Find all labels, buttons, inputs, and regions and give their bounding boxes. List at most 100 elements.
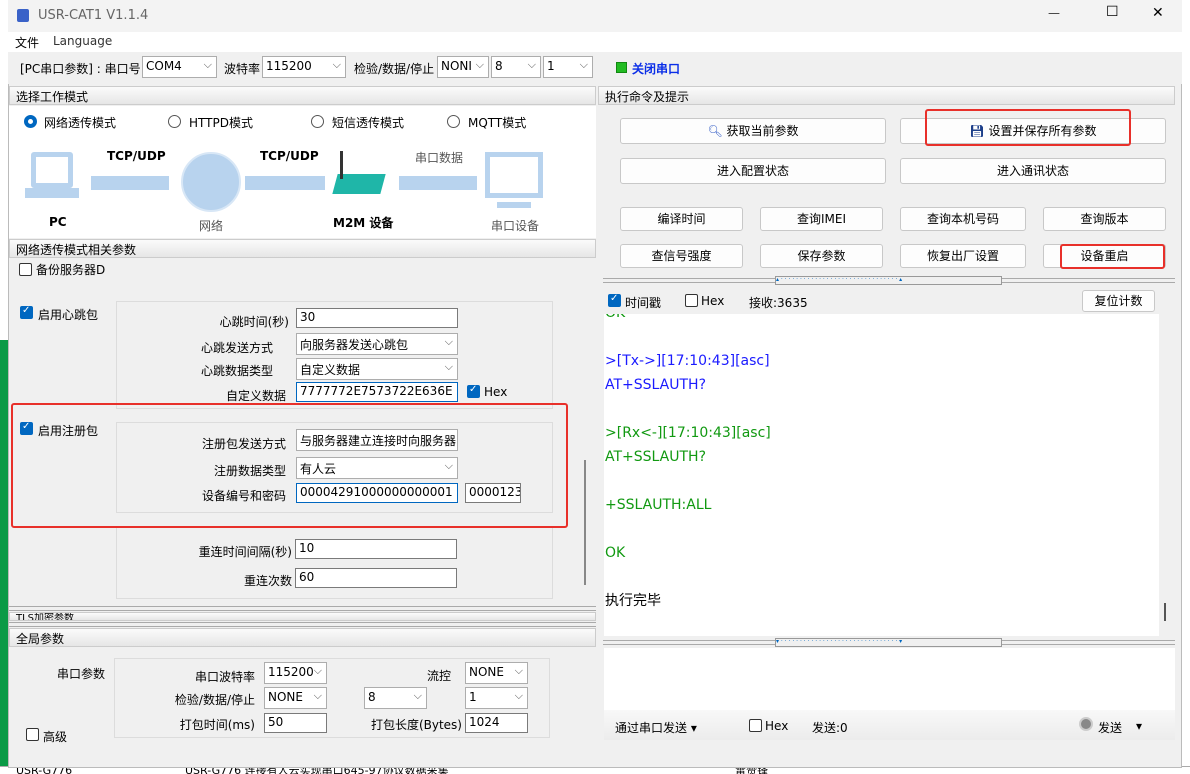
global-baud-select[interactable]: 115200 [264, 662, 327, 684]
parity-select[interactable]: NONI [437, 56, 489, 78]
global-stop-bits-select[interactable]: 1 [465, 687, 528, 709]
pack-length-input[interactable]: 1024 [465, 713, 528, 733]
baud-label: 波特率 [224, 62, 261, 76]
register-highlight-box [11, 403, 568, 528]
save-params-button[interactable]: 保存参数 [760, 244, 883, 268]
enter-comm-button[interactable]: 进入通讯状态 [900, 158, 1166, 184]
stop-bits-select[interactable]: 1 [543, 56, 593, 78]
receive-log[interactable]: OK >[Tx->][17:10:43][asc] AT+SSLAUTH? >[Rx<… [604, 314, 1159, 636]
query-imei-button[interactable]: 查询IMEI [760, 207, 883, 231]
query-version-button[interactable]: 查询版本 [1043, 207, 1166, 231]
timestamp-checkbox[interactable] [608, 293, 621, 307]
splitter[interactable] [9, 622, 596, 627]
custom-data-input[interactable]: 7777772E7573722E636E [296, 382, 458, 402]
send-input[interactable] [604, 648, 1175, 710]
send-options-dropdown[interactable]: ▾ [1136, 719, 1142, 733]
log-line: >[Tx->][17:10:43][asc] [605, 353, 770, 369]
backup-server-label: 备份服务器D [36, 263, 106, 277]
diagram-serial-label: 串口设备 [491, 219, 540, 233]
menu-file[interactable]: 文件 [15, 34, 39, 51]
minimize-button[interactable]: — [1048, 6, 1060, 20]
diagram-m2m-label: M2M 设备 [333, 216, 394, 230]
log-line: OK [604, 314, 1159, 325]
heartbeat-time-input[interactable]: 30 [296, 308, 458, 328]
maximize-button[interactable]: ☐ [1106, 4, 1119, 20]
send-via-dropdown[interactable]: 通过串口发送 ▾ [615, 719, 697, 736]
menu-language[interactable]: Language [53, 34, 112, 48]
diagram-pc-label: PC [49, 215, 67, 229]
send-bar: 通过串口发送 ▾ Hex 发送:0 发送 ▾ [604, 710, 1175, 740]
pack-length-label: 打包长度(Bytes) [370, 718, 462, 732]
heartbeat-time-label: 心跳时间(秒) [219, 315, 289, 329]
background-highlight [0, 340, 8, 770]
reconnect-interval-input[interactable]: 10 [295, 539, 457, 559]
custom-data-label: 自定义数据 [225, 389, 286, 403]
send-hex-checkbox[interactable] [749, 719, 762, 732]
reset-count-button[interactable]: 复位计数 [1082, 290, 1155, 312]
receive-hex-checkbox[interactable] [685, 294, 698, 307]
timestamp-label: 时间戳 [625, 296, 662, 310]
send-hex-label: Hex [765, 719, 789, 733]
heartbeat-send-select[interactable]: 向服务器发送心跳包 [296, 333, 458, 355]
flow-control-select[interactable]: NONE [465, 662, 528, 684]
log-line: 执行完毕 [605, 593, 661, 609]
query-number-button[interactable]: 查询本机号码 [900, 207, 1026, 231]
send-button[interactable]: 发送 [1098, 719, 1122, 736]
splitter-grip[interactable]: ▾ · · · · · · · · · · · · · · · · · · · … [775, 638, 1002, 647]
restart-highlight-box [1060, 244, 1165, 269]
close-port-button[interactable]: 关闭串口 [632, 60, 680, 77]
heartbeat-hex-checkbox[interactable] [467, 384, 480, 398]
mode-radio-httpd[interactable] [168, 115, 181, 128]
factory-reset-button[interactable]: 恢复出厂设置 [900, 244, 1026, 268]
mode-radio-network[interactable] [24, 115, 37, 128]
global-params-panel: 串口参数 串口波特率 115200 流控 NONE 检验/数据/停止 NONE … [9, 648, 596, 744]
commands-header: 执行命令及提示 [598, 86, 1175, 105]
get-params-button[interactable]: 🔍︎ 获取当前参数 [620, 118, 886, 144]
global-params-header: 全局参数 [9, 628, 596, 647]
close-button[interactable]: ✕ [1152, 5, 1164, 21]
heartbeat-hex-label: Hex [484, 385, 508, 399]
advanced-checkbox[interactable] [26, 728, 39, 741]
splitter[interactable] [9, 606, 596, 611]
port-select[interactable]: COM4 [142, 56, 217, 78]
pack-time-label: 打包时间(ms) [179, 718, 255, 732]
monitor-stand-icon [497, 202, 531, 208]
heartbeat-checkbox[interactable] [20, 305, 33, 319]
enter-config-button[interactable]: 进入配置状态 [620, 158, 886, 184]
splitter-grip[interactable]: ▴ · · · · · · · · · · · · · · · · · · · … [775, 276, 1002, 285]
mode-label: HTTPD模式 [189, 116, 253, 130]
receive-hex-label: Hex [701, 294, 725, 308]
global-data-bits-select[interactable]: 8 [364, 687, 427, 709]
mode-radio-mqtt[interactable] [447, 115, 460, 128]
heartbeat-type-select[interactable]: 自定义数据 [296, 358, 458, 380]
log-scrollbar[interactable] [1164, 603, 1166, 621]
globe-icon [181, 152, 241, 212]
data-bits-select[interactable]: 8 [491, 56, 541, 78]
mode-radio-sms[interactable] [311, 115, 324, 128]
pc-serial-toolbar: [PC串口参数] : 串口号 COM4 波特率 115200 检验/数据/停止 … [8, 52, 1182, 84]
heartbeat-type-label: 心跳数据类型 [200, 364, 273, 378]
antenna-icon [340, 151, 343, 179]
mode-section-header: 选择工作模式 [9, 86, 596, 105]
tls-section-header[interactable]: TLS加密参数 [9, 612, 596, 621]
send-icon [1079, 717, 1093, 731]
net-params-scrollbar[interactable] [584, 460, 586, 585]
global-parity-select[interactable]: NONE [264, 687, 327, 709]
reconnect-count-label: 重连次数 [243, 574, 292, 588]
mode-label: 网络透传模式 [44, 116, 117, 130]
pack-time-input[interactable]: 50 [264, 713, 327, 733]
compile-time-button[interactable]: 编译时间 [620, 207, 743, 231]
heartbeat-send-label: 心跳发送方式 [200, 341, 273, 355]
menu-bar: 文件 Language [8, 32, 1182, 52]
backup-server-checkbox[interactable] [19, 263, 32, 276]
double-arrow-icon [399, 176, 477, 190]
mode-label: MQTT模式 [468, 116, 527, 130]
reconnect-count-input[interactable]: 60 [295, 568, 457, 588]
baud-select[interactable]: 115200 [262, 56, 346, 78]
log-line: AT+SSLAUTH? [605, 377, 707, 393]
signal-strength-button[interactable]: 查信号强度 [620, 244, 743, 268]
